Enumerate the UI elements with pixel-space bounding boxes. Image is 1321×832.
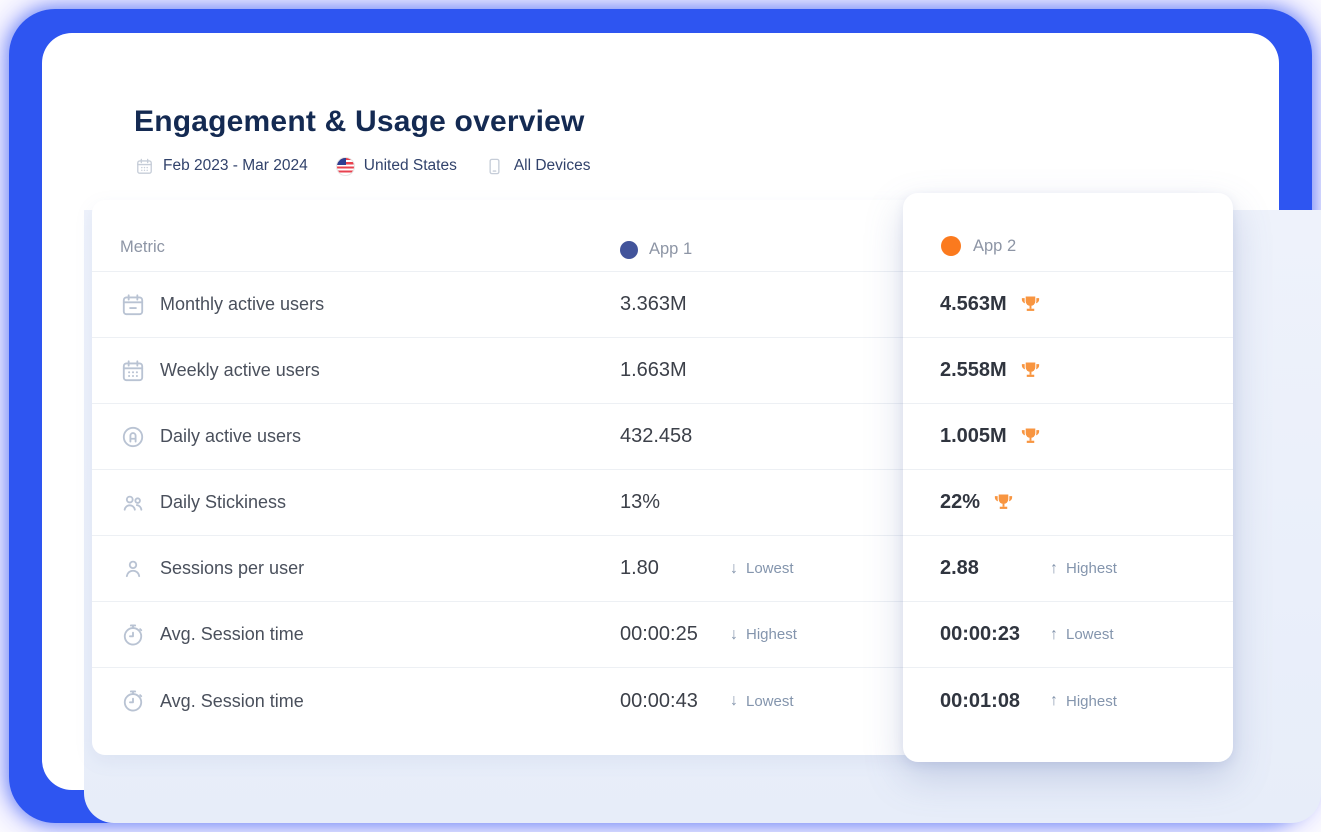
app1-value: 1.80 [620, 557, 659, 580]
app2-dot-icon [941, 236, 961, 256]
calendar-week-icon [120, 358, 146, 384]
app2-value: 2.88 [940, 557, 979, 580]
app1-dot-icon [620, 241, 638, 259]
trophy-icon [1019, 425, 1042, 448]
app2-name: App 2 [973, 237, 1016, 256]
daily-active-icon [120, 424, 146, 450]
app1-value: 432.458 [620, 425, 692, 448]
metric-label: Avg. Session time [160, 691, 304, 712]
app1-value: 00:00:25 [620, 623, 698, 646]
metric-label: Sessions per user [160, 558, 304, 579]
app2-value: 1.005M [940, 425, 1007, 448]
filter-bar: Feb 2023 - Mar 2024 United States All De… [134, 156, 591, 176]
app2-row: 4.563M [903, 272, 1233, 338]
app2-rank-badge: ↑ Highest [1050, 560, 1117, 578]
user-icon [120, 556, 146, 582]
app1-value: 3.363M [620, 293, 687, 316]
users-icon [120, 490, 146, 516]
app2-row: 00:01:08 ↑ Highest [903, 668, 1233, 734]
app1-rank-badge: ↓ Lowest [730, 560, 794, 578]
app2-value: 00:00:23 [940, 623, 1020, 646]
app1-column-header: App 1 [620, 240, 692, 259]
rank-label: Lowest [1066, 626, 1114, 643]
card-header: Engagement & Usage overview Feb [134, 105, 591, 176]
trophy-icon [992, 491, 1015, 514]
arrow-down-icon: ↓ [730, 692, 738, 710]
date-range-label: Feb 2023 - Mar 2024 [163, 157, 308, 175]
rank-label: Highest [746, 626, 797, 643]
calendar-icon [134, 156, 154, 176]
app1-rank-badge: ↓ Lowest [730, 692, 794, 710]
app2-value: 22% [940, 491, 980, 514]
metric-label: Avg. Session time [160, 624, 304, 645]
arrow-down-icon: ↓ [730, 560, 738, 578]
us-flag-icon [336, 157, 355, 176]
metric-label: Monthly active users [160, 294, 324, 315]
app1-rank-badge: ↓ Highest [730, 626, 797, 644]
rank-label: Lowest [746, 693, 794, 710]
rank-label: Highest [1066, 560, 1117, 577]
trophy-icon [1019, 359, 1042, 382]
metric-label: Daily Stickiness [160, 492, 286, 513]
app2-row: 1.005M [903, 404, 1233, 470]
rank-label: Highest [1066, 693, 1117, 710]
date-range-filter[interactable]: Feb 2023 - Mar 2024 [134, 156, 308, 176]
app2-row: 22% [903, 470, 1233, 536]
metric-column-header: Metric [120, 238, 165, 257]
device-label: All Devices [514, 157, 591, 175]
app2-row: 2.558M [903, 338, 1233, 404]
stopwatch-icon [120, 622, 146, 648]
screenshot-stage: Engagement & Usage overview Feb [0, 0, 1321, 832]
app2-value: 00:01:08 [940, 690, 1020, 713]
page-title: Engagement & Usage overview [134, 105, 591, 139]
app1-name: App 1 [649, 240, 692, 259]
app2-column-header: App 2 [941, 236, 1016, 256]
app2-value: 2.558M [940, 359, 1007, 382]
app2-column-card: App 2 4.563M 2.558M [903, 193, 1233, 762]
country-label: United States [364, 157, 457, 175]
app1-value: 13% [620, 491, 660, 514]
country-filter[interactable]: United States [336, 157, 457, 176]
arrow-down-icon: ↓ [730, 626, 738, 644]
app2-row: 00:00:23 ↑ Lowest [903, 602, 1233, 668]
metric-label: Daily active users [160, 426, 301, 447]
arrow-up-icon: ↑ [1050, 626, 1058, 644]
calendar-month-icon [120, 292, 146, 318]
app2-header-row: App 2 [903, 193, 1233, 272]
app2-value: 4.563M [940, 293, 1007, 316]
device-icon [485, 156, 505, 176]
rank-label: Lowest [746, 560, 794, 577]
app2-row: 2.88 ↑ Highest [903, 536, 1233, 602]
app1-value: 00:00:43 [620, 690, 698, 713]
stopwatch-icon [120, 688, 146, 714]
app2-rank-badge: ↑ Lowest [1050, 626, 1114, 644]
arrow-up-icon: ↑ [1050, 560, 1058, 578]
device-filter[interactable]: All Devices [485, 156, 591, 176]
app1-value: 1.663M [620, 359, 687, 382]
metric-label: Weekly active users [160, 360, 320, 381]
app2-rank-badge: ↑ Highest [1050, 692, 1117, 710]
arrow-up-icon: ↑ [1050, 692, 1058, 710]
trophy-icon [1019, 293, 1042, 316]
